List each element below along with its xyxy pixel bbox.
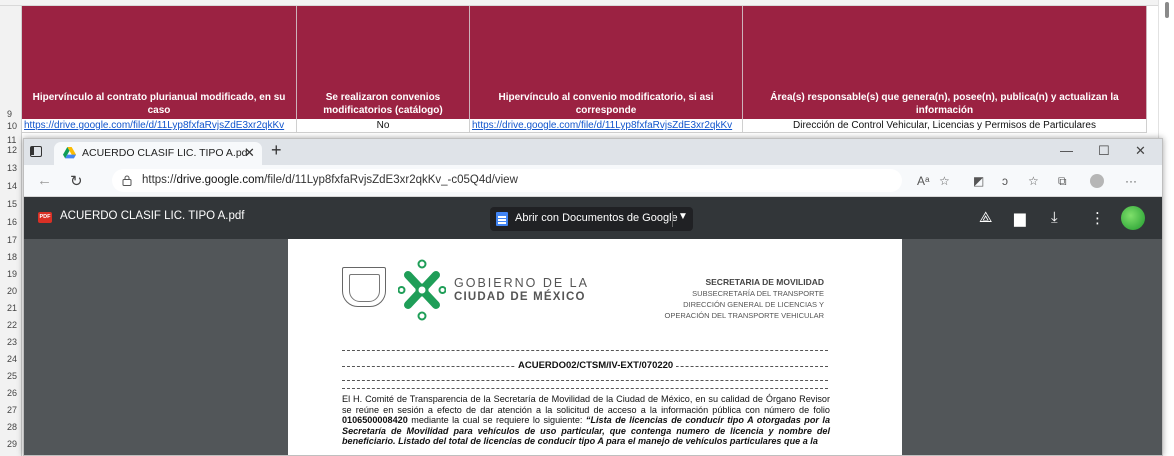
- row-number[interactable]: 26: [0, 388, 22, 398]
- contract-link-cell[interactable]: https://drive.google.com/file/d/11Lyp8fx…: [22, 119, 297, 132]
- acuerdo-number: ACUERDO02/CTSM/IV-EXT/070220: [515, 360, 677, 371]
- close-window-icon[interactable]: ✕: [1135, 143, 1146, 159]
- scrollbar-thumb[interactable]: [1165, 2, 1169, 18]
- favorites-list-icon[interactable]: ☆: [1028, 174, 1039, 188]
- header-cell[interactable]: Hipervínculo al convenio modificatorio, …: [470, 6, 743, 119]
- browser-window: ACUERDO CLASIF LIC. TIPO A.pd ✕ + — ☐ ✕ …: [23, 138, 1163, 456]
- row-number[interactable]: 22: [0, 320, 22, 330]
- row-number[interactable]: 14: [0, 181, 22, 191]
- favorite-star-icon[interactable]: ☆: [939, 174, 950, 188]
- row-number[interactable]: 16: [0, 217, 22, 227]
- header-cell[interactable]: Hipervínculo al contrato plurianual modi…: [22, 6, 297, 119]
- url-prefix: https://: [142, 174, 177, 186]
- collections-icon[interactable]: ⧉: [1058, 174, 1067, 189]
- tab-actions-icon[interactable]: [30, 146, 42, 157]
- row-number[interactable]: 21: [0, 303, 22, 313]
- account-avatar[interactable]: [1121, 206, 1145, 230]
- pdf-page: GOBIERNO DE LA CIUDAD DE MÉXICO SECRETAR…: [288, 239, 902, 455]
- row-number[interactable]: 11: [0, 135, 22, 145]
- tab-strip: ACUERDO CLASIF LIC. TIPO A.pd ✕ + — ☐ ✕: [24, 139, 1162, 165]
- row-number[interactable]: 25: [0, 371, 22, 381]
- subsecretaria-line: SUBSECRETARÍA DEL TRANSPORTE: [692, 289, 824, 298]
- operacion-line: OPERACIÓN DEL TRANSPORTE VEHICULAR: [664, 311, 824, 320]
- row-number[interactable]: 28: [0, 422, 22, 432]
- cdmx-logo-icon: [398, 259, 446, 321]
- reload-icon[interactable]: ↻: [70, 172, 83, 190]
- lock-icon[interactable]: [122, 175, 132, 186]
- new-tab-icon[interactable]: +: [271, 140, 282, 161]
- direccion-line: DIRECCIÓN GENERAL DE LICENCIAS Y: [683, 300, 824, 309]
- profile-icon[interactable]: [1090, 174, 1104, 188]
- google-drive-icon: [63, 147, 76, 159]
- table-row: https://drive.google.com/file/d/11Lyp8fx…: [22, 119, 1147, 133]
- open-with-google-docs-button[interactable]: Abrir con Documentos de Google ▼: [490, 207, 693, 231]
- dashed-rule: [342, 388, 828, 389]
- chevron-down-icon[interactable]: ▼: [678, 211, 688, 222]
- row-number[interactable]: 9: [0, 109, 22, 119]
- maximize-icon[interactable]: ☐: [1098, 143, 1110, 159]
- address-bar-row: ← ↻ https://drive.google.com/file/d/11Ly…: [24, 165, 1162, 197]
- pdf-file-icon: PDF: [38, 212, 52, 223]
- document-body-paragraph: El H. Comité de Transparencia de la Secr…: [342, 394, 830, 447]
- folio-number: 0106500008420: [342, 415, 408, 425]
- header-cell[interactable]: Área(s) responsable(s) que genera(n), po…: [743, 6, 1147, 119]
- url-domain: drive.google.com: [176, 174, 265, 186]
- more-actions-icon[interactable]: ⋮: [1090, 209, 1105, 227]
- pdf-canvas[interactable]: GOBIERNO DE LA CIUDAD DE MÉXICO SECRETAR…: [24, 239, 1162, 455]
- url-input[interactable]: https://drive.google.com/file/d/11Lyp8fx…: [112, 169, 902, 192]
- convenios-cell[interactable]: No: [297, 119, 470, 132]
- row-number[interactable]: 19: [0, 269, 22, 279]
- pdf-file-name: ACUERDO CLASIF LIC. TIPO A.pdf: [60, 210, 245, 222]
- back-icon[interactable]: ←: [37, 172, 52, 189]
- add-shortcut-icon[interactable]: ⟁: [979, 209, 992, 226]
- row-number[interactable]: 13: [0, 163, 22, 173]
- row-number[interactable]: 20: [0, 286, 22, 296]
- convenio-link-cell[interactable]: https://drive.google.com/file/d/11Lyp8fx…: [470, 119, 743, 132]
- dashed-rule: [342, 350, 828, 351]
- row-number[interactable]: 23: [0, 337, 22, 347]
- gov-title-line1: GOBIERNO DE LA: [454, 276, 589, 290]
- pdf-toolbar: PDF ACUERDO CLASIF LIC. TIPO A.pdf Abrir…: [24, 197, 1162, 239]
- google-docs-icon: [496, 212, 508, 226]
- row-number-column: 9 10 11 12 13 14 15 16 17 18 19 20 21 22…: [0, 6, 22, 456]
- header-row: Hipervínculo al contrato plurianual modi…: [22, 6, 1147, 119]
- download-icon[interactable]: ⤓: [1051, 209, 1058, 226]
- tab-pdf[interactable]: ACUERDO CLASIF LIC. TIPO A.pd ✕: [54, 142, 262, 165]
- row-number[interactable]: 17: [0, 235, 22, 245]
- gov-title-line2: CIUDAD DE MÉXICO: [454, 291, 586, 303]
- city-coat-of-arms-icon: [342, 267, 386, 307]
- tab-title: ACUERDO CLASIF LIC. TIPO A.pd: [82, 147, 248, 159]
- row-number[interactable]: 12: [0, 145, 22, 155]
- row-number[interactable]: 29: [0, 439, 22, 449]
- print-icon[interactable]: ▆: [1014, 209, 1026, 227]
- open-with-label: Abrir con Documentos de Google: [515, 212, 678, 224]
- paragraph-request: mediante la cual se requiere lo siguient…: [407, 415, 586, 425]
- secretaria-line: SECRETARIA DE MOVILIDAD: [705, 277, 824, 287]
- extension-icon[interactable]: ◩: [973, 174, 984, 188]
- row-number[interactable]: 18: [0, 252, 22, 262]
- row-number[interactable]: 10: [0, 121, 22, 131]
- row-number[interactable]: 24: [0, 354, 22, 364]
- button-divider: [672, 211, 673, 227]
- url-path: /file/d/11Lyp8fxfaRvjsZdE3xr2qkKv_-c05Q4…: [264, 174, 518, 186]
- url-text: https://drive.google.com/file/d/11Lyp8fx…: [142, 174, 518, 186]
- row-number[interactable]: 27: [0, 405, 22, 415]
- close-tab-icon[interactable]: ✕: [244, 145, 255, 161]
- more-options-icon[interactable]: ···: [1125, 174, 1137, 188]
- row-number[interactable]: 15: [0, 199, 22, 209]
- dashed-rule: [342, 380, 828, 381]
- copilot-icon[interactable]: ↄ: [1002, 174, 1008, 188]
- header-cell[interactable]: Se realizaron convenios modificatorios (…: [297, 6, 470, 119]
- responsible-area-cell[interactable]: Dirección de Control Vehicular, Licencia…: [743, 119, 1147, 132]
- paragraph-intro: El H. Comité de Transparencia de la Secr…: [342, 394, 830, 415]
- read-aloud-icon[interactable]: Aᵃ: [917, 174, 929, 188]
- minimize-icon[interactable]: —: [1060, 143, 1073, 158]
